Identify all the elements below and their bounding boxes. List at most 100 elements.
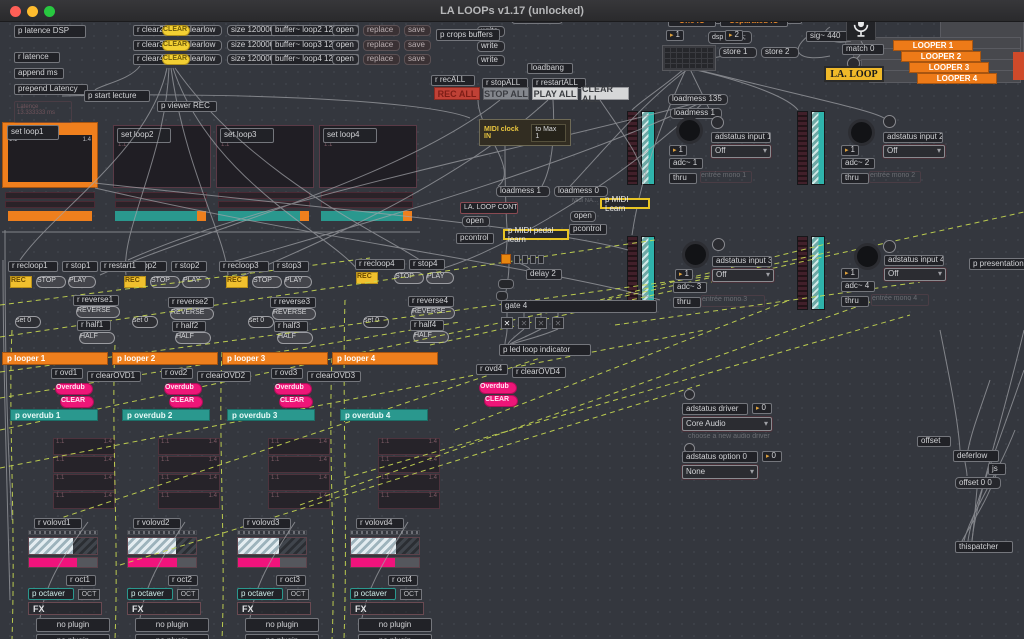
looper-3-button[interactable]: LOOPER 3 [909, 62, 989, 73]
reverse-button-4[interactable]: REVERSE [411, 307, 455, 319]
subpatch-crops-buffers[interactable]: p crops buffers [436, 29, 500, 41]
driver-menu[interactable]: Core Audio [682, 417, 772, 431]
rec-all-button[interactable]: REC ALL [434, 87, 480, 100]
set-loop2-label[interactable]: set loop2 [117, 128, 171, 143]
close-icon[interactable] [10, 6, 21, 17]
receive-oct2[interactable]: r oct2 [168, 575, 198, 586]
receive-ovd3[interactable]: r ovd3 [271, 368, 303, 379]
receive-restart1[interactable]: r restart1 [100, 261, 146, 272]
half-button-2[interactable]: HALF [175, 332, 211, 344]
receive-reverse4[interactable]: r reverse4 [408, 296, 454, 307]
toggle-orange[interactable] [501, 254, 511, 264]
stop-button-3[interactable]: STOP [252, 276, 282, 288]
bang-input-3[interactable] [712, 238, 725, 251]
reverse-button-2[interactable]: REVERSE [170, 308, 214, 320]
number-box-2[interactable]: 2 [725, 30, 743, 41]
clear-button-4[interactable]: CLEAR [162, 54, 190, 65]
receive-volovd2[interactable]: r volovd2 [133, 518, 181, 529]
object-adstatus-input-4[interactable]: adstatus input 4 [884, 255, 944, 266]
message-open-4[interactable]: open [332, 54, 359, 65]
overdub-clear-button-3[interactable]: CLEAR [279, 396, 313, 408]
clear-all-button[interactable]: CLEAR ALL [581, 87, 629, 100]
matrixctrl[interactable] [662, 45, 716, 71]
subpatch-looper-1[interactable]: p looper 1 [2, 352, 108, 365]
receive-volovd1[interactable]: r volovd1 [34, 518, 82, 529]
set-loop3-label[interactable]: set loop3 [220, 128, 274, 143]
bang-input-1[interactable] [711, 116, 724, 129]
la-loop-cont-box[interactable]: LA. LOOP CONT... [460, 202, 518, 214]
volume-slider-4[interactable] [350, 537, 420, 555]
subpatch-overdub-2[interactable]: p overdub 2 [122, 409, 210, 421]
receive-clearovd2[interactable]: r clearOVD2 [197, 371, 251, 382]
receive-oct4[interactable]: r oct4 [388, 575, 418, 586]
reverse-button-1[interactable]: REVERSE [76, 306, 120, 318]
oct-toggle-3[interactable]: OCT [287, 589, 309, 600]
clear-button-3[interactable]: CLEAR [162, 40, 190, 51]
receive-ovd4[interactable]: r ovd4 [476, 364, 508, 375]
subpatch-octaver-3[interactable]: p octaver [237, 588, 283, 600]
receive-oct1[interactable]: r oct1 [66, 575, 96, 586]
plugin-slot-4b[interactable]: no plugin [358, 634, 432, 639]
half-button-3[interactable]: HALF [277, 332, 313, 344]
receive-half2[interactable]: r half2 [172, 321, 206, 332]
oct-toggle-2[interactable]: OCT [177, 589, 199, 600]
subpatch-octaver-2[interactable]: p octaver [127, 588, 173, 600]
receive-latence[interactable]: r latence [14, 52, 60, 63]
message-replace-2[interactable]: replace [363, 25, 400, 36]
receive-stop3[interactable]: r stop3 [273, 261, 309, 272]
object-prepend-latency[interactable]: prepend Latency [14, 84, 88, 95]
set0-message-4[interactable]: set 0 [363, 316, 389, 328]
subpatch-midi-learn[interactable]: p MIDI Learn [600, 198, 650, 209]
object-thru-4[interactable]: thru [841, 296, 869, 307]
volume-slider-1[interactable] [28, 537, 98, 555]
subpatch-start-lecture[interactable]: p start lecture [84, 90, 150, 102]
object-latence-dsp[interactable]: p latence DSP [14, 25, 86, 38]
midi-clock-device[interactable]: to Max 1 [531, 124, 566, 142]
half-button-4[interactable]: HALF [413, 331, 449, 343]
input-3-menu[interactable]: Off [712, 269, 774, 282]
stop-button-2[interactable]: STOP [150, 276, 180, 288]
rec-button-2[interactable]: REC [124, 276, 146, 288]
message-open-2[interactable]: open [570, 211, 596, 222]
receive-stop1[interactable]: r stop1 [62, 261, 98, 272]
plugin-slot-2b[interactable]: no plugin [135, 634, 209, 639]
subpatch-viewer-rec[interactable]: p viewer REC [157, 101, 217, 112]
input-2-menu[interactable]: Off [883, 145, 945, 158]
plugin-slot-1b[interactable]: no plugin [36, 634, 110, 639]
message-replace-3[interactable]: replace [363, 40, 400, 51]
subpatch-looper-4[interactable]: p looper 4 [332, 352, 438, 365]
receive-recall[interactable]: r recALL [431, 75, 475, 86]
message-save-2[interactable]: save [404, 25, 431, 36]
receive-volovd4[interactable]: r volovd4 [356, 518, 404, 529]
clear-button-2[interactable]: CLEAR [162, 25, 190, 36]
overdub-clear-button-4[interactable]: CLEAR [484, 395, 518, 407]
number-box-1[interactable]: 1 [666, 30, 684, 41]
receive-ovd1[interactable]: r ovd1 [51, 368, 83, 379]
object-match-0[interactable]: match 0 [842, 44, 884, 55]
object-loadbang[interactable]: loadbang [527, 63, 573, 74]
object-pcontrol[interactable]: pcontrol [456, 233, 494, 244]
plugin-slot-1a[interactable]: no plugin [36, 618, 110, 632]
reverse-button-3[interactable]: REVERSE [272, 308, 316, 320]
receive-recloop3[interactable]: r recloop3 [219, 261, 269, 272]
receive-stop4[interactable]: r stop4 [409, 259, 445, 270]
object-thru-2[interactable]: thru [841, 173, 869, 184]
receive-half4[interactable]: r half4 [410, 320, 444, 331]
object-thru-1[interactable]: thru [669, 173, 697, 184]
object-deferlow[interactable]: deferlow [953, 450, 999, 462]
message-open-3[interactable]: open [332, 40, 359, 51]
gain-knob-2[interactable] [848, 119, 875, 146]
subpatch-looper-3[interactable]: p looper 3 [222, 352, 328, 365]
half-button-1[interactable]: HALF [79, 332, 115, 344]
stop-button-4[interactable]: STOP [394, 272, 424, 284]
subpatch-overdub-3[interactable]: p overdub 3 [227, 409, 315, 421]
receive-clearovd4[interactable]: r clearOVD4 [512, 367, 566, 378]
looper-4-button[interactable]: LOOPER 4 [917, 73, 997, 84]
receive-recloop1[interactable]: r recloop1 [8, 261, 58, 272]
overdub-button-4[interactable]: Overdub [479, 382, 517, 394]
object-adc-3[interactable]: adc~ 3 [673, 282, 707, 293]
subpatch-looper-2[interactable]: p looper 2 [112, 352, 218, 365]
object-pcontrol-2[interactable]: pcontrol [569, 224, 607, 235]
gain-knob-1[interactable] [676, 117, 703, 144]
object-sig-440[interactable]: sig~ 440 [806, 31, 850, 42]
